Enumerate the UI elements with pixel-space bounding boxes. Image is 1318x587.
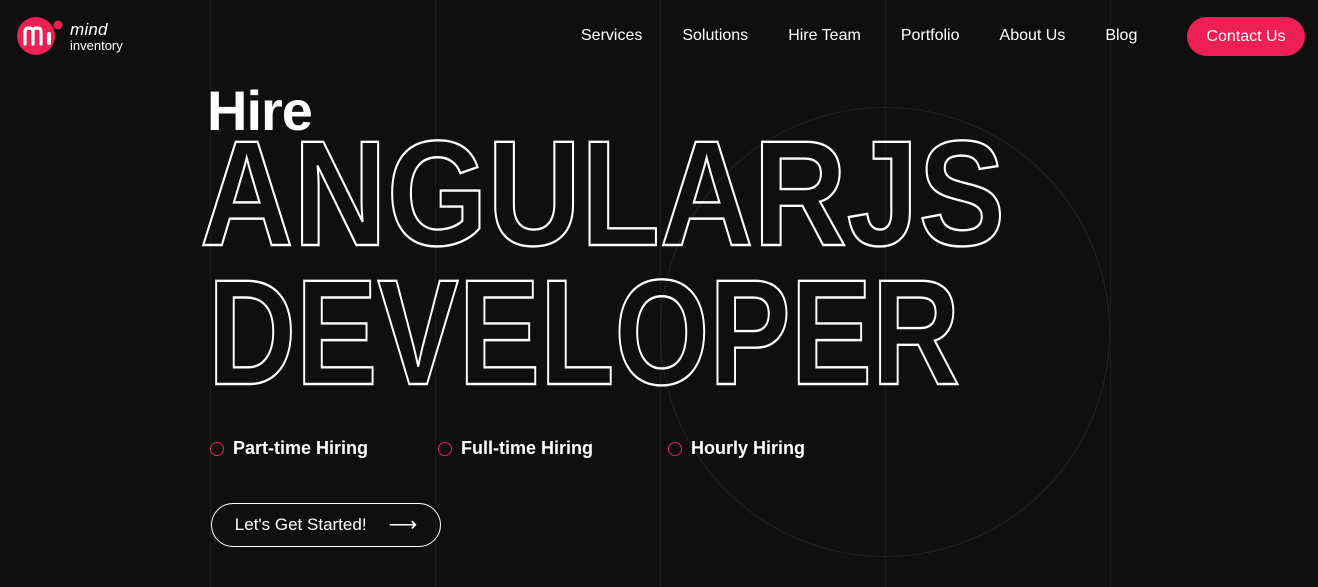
hero-line-developer: DEVELOPER	[208, 248, 960, 400]
option-label: Full-time Hiring	[461, 438, 594, 458]
nav-blog[interactable]: Blog	[1105, 27, 1137, 45]
nav-solutions[interactable]: Solutions	[682, 27, 748, 45]
logo-line-1: mind	[70, 19, 108, 39]
nav-about-us[interactable]: About Us	[1000, 27, 1066, 45]
grid-line	[1110, 0, 1111, 587]
page: mind inventory Services Solutions Hire T…	[0, 0, 1318, 587]
arrow-right-icon: ⟶	[388, 514, 418, 536]
logo-text: mind inventory	[70, 21, 123, 52]
cta-label: Let's Get Started!	[234, 515, 367, 534]
radio-icon[interactable]	[668, 441, 683, 456]
main-nav: Services Solutions Hire Team Portfolio A…	[560, 17, 1157, 55]
option-hourly[interactable]: Hourly Hiring	[668, 438, 805, 459]
option-full-time[interactable]: Full-time Hiring	[438, 438, 593, 459]
option-label: Part-time Hiring	[233, 438, 369, 458]
lets-get-started-button[interactable]: Let's Get Started! ⟶	[211, 503, 441, 547]
radio-icon[interactable]	[438, 441, 453, 456]
contact-us-button[interactable]: Contact Us	[1187, 17, 1305, 56]
radio-icon[interactable]	[210, 441, 224, 456]
nav-services[interactable]: Services	[581, 27, 642, 45]
hiring-options: Part-time Hiring Full-time Hiring Hourly…	[210, 438, 805, 459]
hero-headline: ANGULARJS DEVELOPER	[199, 120, 1006, 400]
logo[interactable]: mind inventory	[16, 16, 123, 56]
nav-portfolio[interactable]: Portfolio	[901, 27, 960, 45]
option-label: Hourly Hiring	[691, 438, 806, 458]
option-part-time[interactable]: Part-time Hiring	[210, 438, 368, 459]
nav-hire-team[interactable]: Hire Team	[788, 27, 861, 45]
logo-mark-icon	[17, 17, 63, 55]
logo-line-2: inventory	[70, 37, 123, 53]
